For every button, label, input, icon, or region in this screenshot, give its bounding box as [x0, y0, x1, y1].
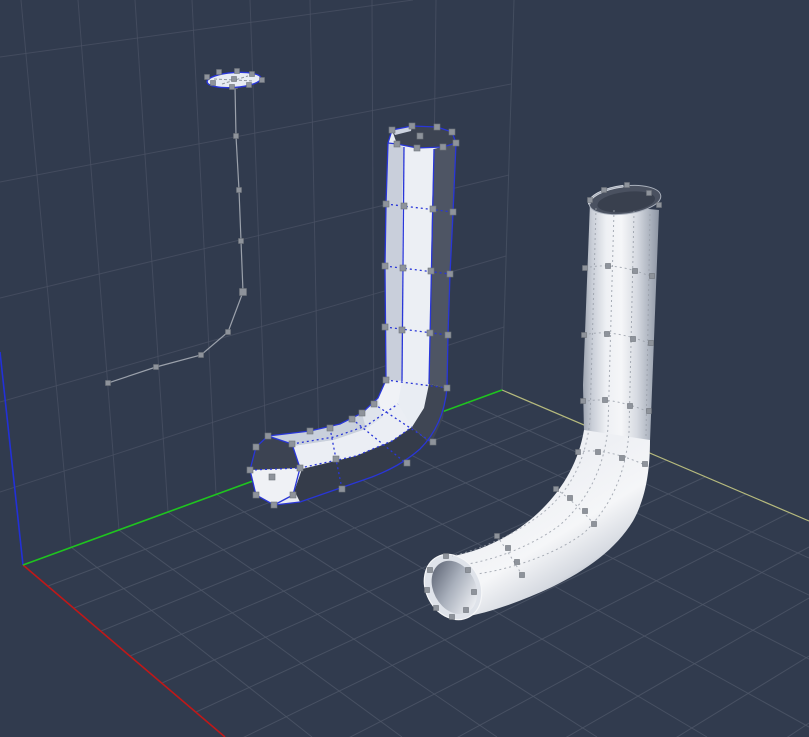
control-point-handle[interactable] — [416, 132, 424, 140]
control-point-handle[interactable] — [604, 331, 610, 337]
control-point-handle[interactable] — [246, 466, 254, 474]
control-point-handle[interactable] — [234, 68, 240, 74]
facet-left-band — [385, 143, 404, 381]
control-point-handle[interactable] — [642, 461, 648, 467]
control-point-handle[interactable] — [408, 122, 416, 130]
control-point-handle[interactable] — [581, 332, 587, 338]
control-point-handle[interactable] — [338, 485, 346, 493]
control-point-handle[interactable] — [429, 205, 437, 213]
control-point-handle[interactable] — [624, 182, 630, 188]
control-point-handle[interactable] — [424, 587, 430, 593]
control-point-handle[interactable] — [465, 567, 471, 573]
control-point-handle[interactable] — [388, 126, 396, 134]
control-point-handle[interactable] — [649, 273, 655, 279]
control-point-handle[interactable] — [252, 491, 260, 499]
control-point-handle[interactable] — [259, 77, 265, 83]
control-point-handle[interactable] — [210, 80, 216, 86]
control-point-handle[interactable] — [348, 415, 356, 423]
control-point-handle[interactable] — [595, 449, 601, 455]
control-point-handle[interactable] — [444, 331, 452, 339]
3d-viewport[interactable] — [0, 0, 809, 737]
control-point-handle[interactable] — [238, 238, 244, 244]
control-point-handle[interactable] — [332, 455, 340, 463]
control-point-handle[interactable] — [198, 352, 204, 358]
control-point-handle[interactable] — [646, 408, 652, 414]
control-point-handle[interactable] — [231, 76, 237, 82]
control-point-handle[interactable] — [216, 69, 222, 75]
control-point-handle[interactable] — [306, 427, 314, 435]
control-point-handle[interactable] — [225, 329, 231, 335]
control-point-handle[interactable] — [326, 424, 334, 432]
control-point-handle[interactable] — [519, 572, 525, 578]
control-point-handle[interactable] — [398, 326, 406, 334]
control-point-handle[interactable] — [580, 398, 586, 404]
control-point-handle[interactable] — [289, 491, 297, 499]
control-point-handle[interactable] — [204, 74, 210, 80]
control-point-handle[interactable] — [270, 501, 278, 509]
control-point-handle[interactable] — [429, 438, 437, 446]
control-point-handle[interactable] — [413, 144, 421, 152]
control-point-handle[interactable] — [627, 403, 633, 409]
control-point-handle[interactable] — [656, 202, 662, 208]
control-point-handle[interactable] — [433, 123, 441, 131]
control-point-handle[interactable] — [153, 364, 159, 370]
control-point-handle[interactable] — [646, 190, 652, 196]
control-point-handle[interactable] — [427, 567, 433, 573]
viewport-canvas[interactable] — [0, 0, 809, 737]
control-point-handle[interactable] — [449, 208, 457, 216]
control-point-handle[interactable] — [382, 376, 390, 384]
control-point-handle[interactable] — [452, 139, 460, 147]
control-point-handle[interactable] — [443, 384, 451, 392]
smooth-pipe-vertical-body[interactable] — [583, 203, 659, 441]
control-point-handle[interactable] — [619, 455, 625, 461]
control-point-handle[interactable] — [249, 71, 255, 77]
control-point-handle[interactable] — [246, 82, 252, 88]
control-point-handle[interactable] — [575, 449, 581, 455]
control-point-handle[interactable] — [229, 84, 235, 90]
control-point-handle[interactable] — [393, 140, 401, 148]
control-point-handle[interactable] — [632, 268, 638, 274]
control-point-handle[interactable] — [433, 605, 439, 611]
control-point-handle[interactable] — [443, 553, 449, 559]
control-point-handle[interactable] — [494, 533, 500, 539]
control-point-handle[interactable] — [403, 459, 411, 467]
control-point-handle[interactable] — [427, 267, 435, 275]
control-point-handle[interactable] — [630, 336, 636, 342]
control-point-handle[interactable] — [605, 263, 611, 269]
control-point-handle[interactable] — [370, 400, 378, 408]
control-point-handle[interactable] — [296, 464, 304, 472]
control-point-handle[interactable] — [233, 133, 239, 139]
control-point-handle[interactable] — [400, 202, 408, 210]
control-point-handle[interactable] — [449, 614, 455, 620]
control-point-handle[interactable] — [426, 329, 434, 337]
control-point-handle[interactable] — [264, 432, 272, 440]
control-point-handle[interactable] — [648, 340, 654, 346]
control-point-handle[interactable] — [382, 200, 390, 208]
control-point-handle[interactable] — [514, 559, 520, 565]
control-point-handle[interactable] — [381, 262, 389, 270]
control-point-handle[interactable] — [399, 264, 407, 272]
control-point-handle[interactable] — [553, 486, 559, 492]
control-point-handle[interactable] — [582, 265, 588, 271]
control-point-handle[interactable] — [381, 323, 389, 331]
control-point-handle[interactable] — [463, 607, 469, 613]
control-point-handle[interactable] — [601, 187, 607, 193]
control-point-handle[interactable] — [602, 397, 608, 403]
control-point-handle[interactable] — [105, 380, 111, 386]
control-point-handle[interactable] — [439, 143, 447, 151]
control-point-handle[interactable] — [236, 187, 242, 193]
control-point-handle[interactable] — [567, 495, 573, 501]
control-point-handle[interactable] — [358, 409, 366, 417]
control-point-handle[interactable] — [446, 270, 454, 278]
control-point-handle[interactable] — [252, 443, 260, 451]
control-point-handle[interactable] — [448, 128, 456, 136]
control-point-handle[interactable] — [582, 508, 588, 514]
control-point-handle[interactable] — [471, 589, 477, 595]
control-point-handle[interactable] — [268, 473, 276, 481]
control-point-handle[interactable] — [505, 545, 511, 551]
control-point-handle[interactable] — [587, 197, 593, 203]
control-point-handle[interactable] — [239, 288, 247, 296]
control-point-handle[interactable] — [591, 521, 597, 527]
control-point-handle[interactable] — [288, 440, 296, 448]
